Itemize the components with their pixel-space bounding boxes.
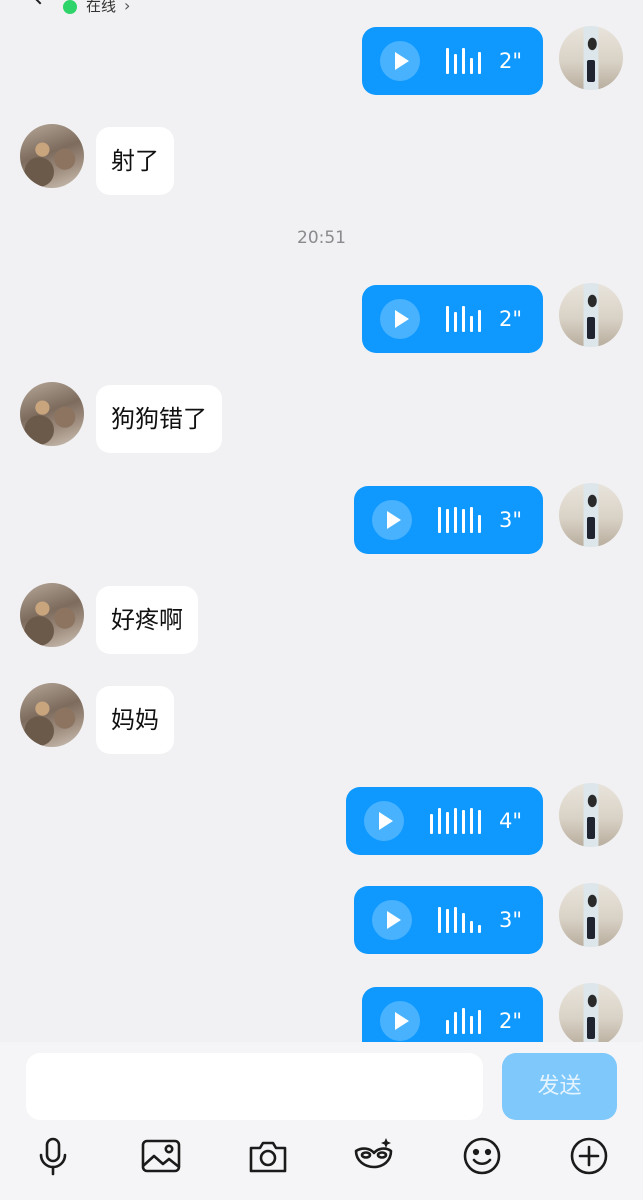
voice-message-bubble[interactable]: 2" [362, 987, 543, 1042]
waveform-icon [446, 48, 486, 74]
message-row: 4" [0, 783, 643, 855]
voice-duration: 4" [499, 809, 523, 833]
text-message-bubble[interactable]: 妈妈 [96, 686, 174, 754]
message-row: 3" [0, 883, 643, 954]
contact-avatar[interactable] [20, 583, 84, 647]
play-icon [395, 1012, 409, 1030]
text-message-bubble[interactable]: 好疼啊 [96, 586, 198, 654]
waveform-icon [430, 808, 486, 834]
voice-duration: 3" [499, 908, 523, 932]
voice-duration: 2" [499, 307, 523, 331]
voice-message-bubble[interactable]: 3" [354, 886, 543, 954]
chat-header: 在线 › [0, 0, 643, 16]
play-button[interactable] [372, 900, 412, 940]
play-icon [387, 511, 401, 529]
voice-message-bubble[interactable]: 4" [346, 787, 543, 855]
voice-message-bubble[interactable]: 2" [362, 27, 543, 95]
waveform-icon [446, 1008, 486, 1034]
my-avatar[interactable] [559, 983, 623, 1042]
play-button[interactable] [380, 1001, 420, 1041]
play-icon [395, 310, 409, 328]
message-row: 狗狗错了 [0, 382, 643, 453]
waveform-icon [438, 507, 486, 533]
text-message-bubble[interactable]: 射了 [96, 127, 174, 195]
image-icon[interactable] [140, 1135, 182, 1177]
message-row: 射了 [0, 124, 643, 195]
composer-bar: 发送 [0, 1042, 643, 1200]
play-button[interactable] [380, 299, 420, 339]
camera-icon[interactable] [247, 1135, 289, 1177]
my-avatar[interactable] [559, 883, 623, 947]
message-row: 妈妈 [0, 683, 643, 754]
message-row: 2" [0, 26, 643, 96]
message-row: 2" [0, 983, 643, 1042]
play-icon [379, 812, 393, 830]
voice-duration: 2" [499, 1009, 523, 1033]
my-avatar[interactable] [559, 783, 623, 847]
play-button[interactable] [372, 500, 412, 540]
play-icon [395, 52, 409, 70]
my-avatar[interactable] [559, 283, 623, 347]
play-button[interactable] [364, 801, 404, 841]
contact-avatar[interactable] [20, 124, 84, 188]
microphone-icon[interactable] [32, 1135, 74, 1177]
voice-duration: 2" [499, 49, 523, 73]
online-status-dot [63, 0, 77, 14]
message-input[interactable] [26, 1053, 483, 1120]
send-button[interactable]: 发送 [502, 1053, 617, 1120]
text-message-bubble[interactable]: 狗狗错了 [96, 385, 222, 453]
back-icon[interactable] [31, 0, 49, 5]
voice-duration: 3" [499, 508, 523, 532]
smiley-icon[interactable] [461, 1135, 503, 1177]
contact-avatar[interactable] [20, 683, 84, 747]
chevron-right-icon[interactable]: › [124, 0, 130, 14]
play-icon [387, 911, 401, 929]
plus-circle-icon[interactable] [568, 1135, 610, 1177]
message-row: 好疼啊 [0, 583, 643, 654]
online-status-text[interactable]: 在线 [86, 0, 116, 14]
message-row: 3" [0, 483, 643, 554]
message-row: 2" [0, 283, 643, 353]
my-avatar[interactable] [559, 26, 623, 90]
waveform-icon [438, 907, 486, 933]
my-avatar[interactable] [559, 483, 623, 547]
timestamp: 20:51 [297, 228, 346, 248]
contact-avatar[interactable] [20, 382, 84, 446]
voice-message-bubble[interactable]: 2" [362, 285, 543, 353]
eye-mask-sparkle-icon[interactable] [353, 1135, 395, 1177]
waveform-icon [446, 306, 486, 332]
voice-message-bubble[interactable]: 3" [354, 486, 543, 554]
play-button[interactable] [380, 41, 420, 81]
